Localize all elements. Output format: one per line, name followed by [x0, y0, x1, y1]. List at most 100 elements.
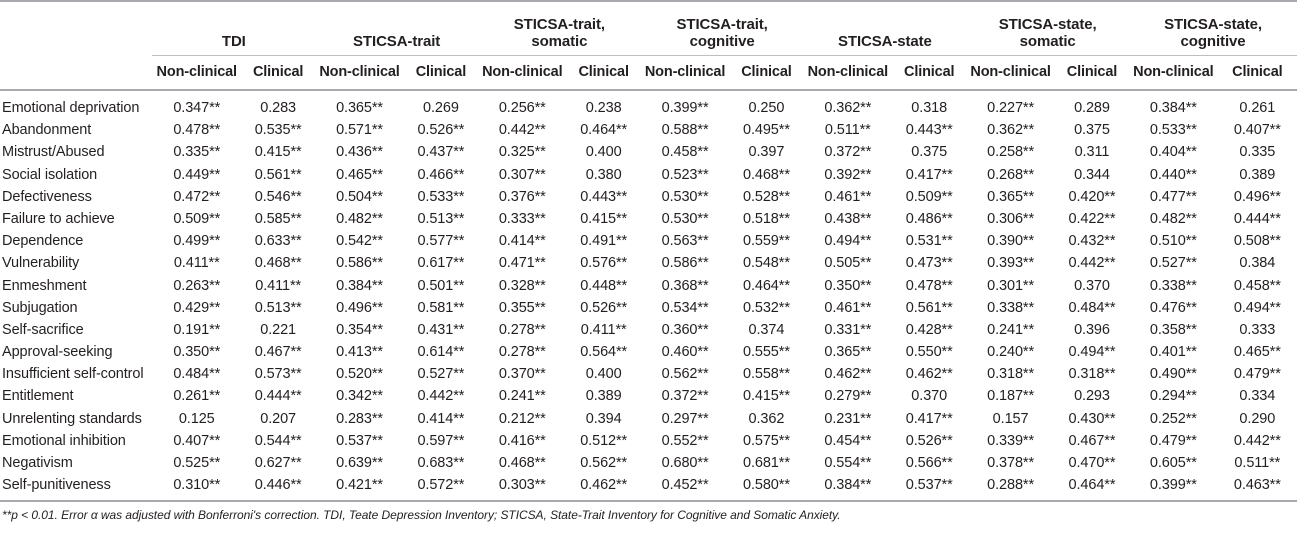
- data-cell: 0.338**: [1149, 277, 1197, 294]
- data-cell: 0.365**: [824, 344, 872, 361]
- row-label: Negativism: [2, 455, 73, 471]
- subheader-cell: Non-clinical: [644, 64, 726, 80]
- data-cell: 0.394: [585, 410, 622, 427]
- data-cell: 0.530**: [661, 188, 709, 205]
- subheader-cell: Clinical: [1232, 64, 1283, 80]
- data-cell: 0.467**: [1068, 432, 1116, 449]
- data-cell: 0.290: [1239, 410, 1276, 427]
- data-cell: 0.338**: [987, 299, 1035, 316]
- data-cell: 0.365**: [987, 188, 1035, 205]
- data-cell: 0.496**: [1233, 188, 1281, 205]
- data-cell: 0.462**: [824, 366, 872, 383]
- data-cell: 0.362**: [987, 122, 1035, 139]
- data-cell: 0.527**: [1149, 255, 1197, 272]
- data-cell: 0.478**: [905, 277, 953, 294]
- data-cell: 0.240**: [987, 344, 1035, 361]
- group-line: STICSA-trait,: [513, 16, 605, 33]
- data-cell: 0.375: [911, 144, 948, 161]
- data-cell: 0.375: [1074, 122, 1110, 139]
- data-cell: 0.344: [1074, 166, 1110, 183]
- data-cell: 0.415**: [580, 210, 628, 227]
- data-cell: 0.520**: [336, 366, 383, 383]
- data-cell: 0.207: [260, 410, 297, 427]
- data-cell: 0.586**: [661, 255, 709, 272]
- data-cell: 0.438**: [824, 210, 872, 227]
- data-cell: 0.238: [585, 100, 622, 116]
- data-cell: 0.605**: [1149, 455, 1197, 471]
- row-label: Vulnerability: [2, 255, 80, 272]
- data-cell: 0.429**: [173, 299, 221, 316]
- data-cell: 0.318**: [987, 366, 1035, 383]
- data-cell: 0.358**: [1149, 321, 1197, 338]
- data-cell: 0.531**: [905, 233, 953, 250]
- data-cell: 0.577**: [417, 233, 465, 250]
- data-cell: 0.633**: [254, 233, 302, 250]
- group-header-sticsa-trait: STICSA-trait: [315, 2, 478, 56]
- table-row: Self-sacrifice 0.191** 0.221 0.354** 0.431**…: [0, 319, 1297, 341]
- data-cell: 0.461**: [824, 299, 872, 316]
- subheader-cell: Non-clinical: [1133, 64, 1214, 80]
- group-line: STICSA-state,: [1164, 16, 1262, 33]
- row-label-header: [0, 2, 152, 56]
- data-cell: 0.432**: [1068, 233, 1116, 250]
- data-cell: 0.464**: [580, 122, 628, 139]
- data-cell: 0.468**: [742, 166, 790, 183]
- data-cell: 0.339**: [987, 432, 1035, 449]
- data-cell: 0.477**: [1149, 188, 1197, 205]
- group-line: TDI: [221, 33, 246, 50]
- data-cell: 0.263**: [173, 277, 221, 294]
- data-cell: 0.526**: [905, 432, 953, 449]
- row-label: Enmeshment: [2, 277, 87, 294]
- data-cell: 0.597**: [417, 432, 465, 449]
- data-cell: 0.559**: [742, 233, 790, 250]
- footnote-row: **p < 0.01. Error α was adjusted with Bo…: [0, 502, 1297, 522]
- data-cell: 0.495**: [742, 122, 790, 139]
- data-cell: 0.301**: [987, 277, 1035, 294]
- data-cell: 0.558**: [742, 366, 790, 383]
- data-cell: 0.333**: [498, 210, 546, 227]
- data-cell: 0.552**: [661, 432, 709, 449]
- data-cell: 0.509**: [905, 188, 953, 205]
- data-cell: 0.525**: [173, 455, 221, 471]
- group-header-row: TDI STICSA-trait STICSA-trait, somatic S…: [0, 2, 1297, 56]
- data-cell: 0.508**: [1233, 233, 1281, 250]
- table-row: Emotional deprivation 0.347** 0.283 0.365**…: [0, 90, 1297, 119]
- row-label: Entitlement: [2, 388, 74, 405]
- data-cell: 0.571**: [336, 122, 383, 139]
- data-cell: 0.347**: [173, 100, 221, 116]
- table-row: Failure to achieve 0.509** 0.585** 0.482** 0…: [0, 208, 1297, 230]
- data-cell: 0.458**: [1233, 277, 1281, 294]
- row-label: Failure to achieve: [2, 210, 115, 227]
- data-cell: 0.442**: [498, 122, 546, 139]
- data-cell: 0.463**: [1233, 477, 1281, 494]
- data-cell: 0.400: [585, 366, 622, 383]
- group-header-sticsa-state-somatic: STICSA-state, somatic: [966, 2, 1130, 56]
- data-cell: 0.494**: [1233, 299, 1281, 316]
- data-cell: 0.325**: [498, 144, 546, 161]
- group-header-sticsa-trait-cognitive: STICSA-trait, cognitive: [640, 2, 804, 56]
- data-cell: 0.444**: [1233, 210, 1281, 227]
- data-cell: 0.575**: [742, 432, 790, 449]
- data-cell: 0.523**: [661, 166, 709, 183]
- row-label: Abandonment: [2, 122, 92, 139]
- data-cell: 0.404**: [1149, 144, 1197, 161]
- data-cell: 0.478**: [173, 122, 221, 139]
- data-cell: 0.449**: [173, 166, 221, 183]
- data-cell: 0.513**: [417, 210, 465, 227]
- data-cell: 0.389: [1239, 166, 1276, 183]
- data-cell: 0.491**: [580, 233, 628, 250]
- data-cell: 0.342**: [336, 388, 383, 405]
- data-cell: 0.241**: [987, 321, 1035, 338]
- data-cell: 0.384**: [1149, 100, 1197, 116]
- subheader-cell: Non-clinical: [156, 64, 238, 80]
- group-header-sticsa-state-cognitive: STICSA-state, cognitive: [1129, 2, 1297, 56]
- data-cell: 0.580**: [742, 477, 790, 494]
- data-cell: 0.187**: [987, 388, 1035, 405]
- subheader-cell: Clinical: [904, 64, 955, 80]
- data-cell: 0.380: [585, 166, 622, 183]
- table-row: Vulnerability 0.411** 0.468** 0.586** 0.617*…: [0, 252, 1297, 274]
- data-cell: 0.440**: [1149, 166, 1197, 183]
- data-cell: 0.494**: [1068, 344, 1116, 361]
- row-label-subheader: [0, 56, 152, 90]
- data-cell: 0.289: [1074, 100, 1110, 116]
